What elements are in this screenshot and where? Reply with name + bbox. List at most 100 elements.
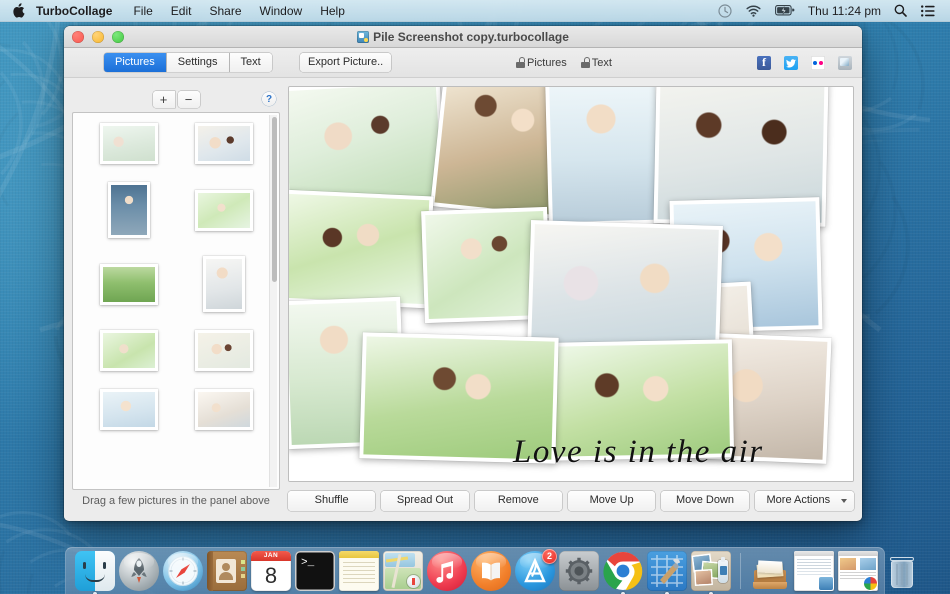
dock-item-maps[interactable] <box>383 551 423 591</box>
spotlight-search-icon[interactable] <box>887 0 914 22</box>
window-title-bar[interactable]: Pile Screenshot copy.turbocollage <box>64 26 862 48</box>
dock-item-minimized-browser[interactable] <box>838 551 878 591</box>
notification-center-icon[interactable] <box>914 0 942 22</box>
wifi-icon[interactable] <box>739 0 768 22</box>
dock-item-finder[interactable] <box>75 551 115 591</box>
lock-text-label: Text <box>592 57 612 69</box>
list-item[interactable] <box>203 256 245 312</box>
dock-item-google-chrome[interactable] <box>603 551 643 591</box>
list-item[interactable] <box>195 389 253 430</box>
flickr-share-icon[interactable] <box>811 56 825 70</box>
menu-item-help[interactable]: Help <box>311 0 354 22</box>
panel-tab-group: Pictures Settings Text <box>104 53 272 72</box>
scrollbar-thumb[interactable] <box>272 117 277 282</box>
dock-item-ibooks[interactable] <box>471 551 511 591</box>
remove-picture-button[interactable]: − <box>178 91 200 108</box>
itunes-icon <box>427 551 467 591</box>
list-item[interactable] <box>195 330 253 371</box>
collage-picture[interactable] <box>545 87 663 226</box>
shuffle-button[interactable]: Shuffle <box>288 491 375 511</box>
battery-icon[interactable] <box>768 0 802 22</box>
list-item[interactable] <box>100 123 158 164</box>
thumbnail-scrollbar[interactable] <box>269 115 277 487</box>
lock-pictures-toggle[interactable]: Pictures <box>516 57 567 69</box>
pictures-sidebar: + − ? <box>72 86 280 512</box>
apple-logo-icon[interactable] <box>0 3 36 18</box>
add-picture-button[interactable]: + <box>153 91 175 108</box>
tab-pictures[interactable]: Pictures <box>104 53 167 72</box>
tab-text[interactable]: Text <box>230 53 272 72</box>
menu-app-name[interactable]: TurboCollage <box>36 0 124 22</box>
remove-button[interactable]: Remove <box>475 491 562 511</box>
window-content: + − ? <box>64 78 862 520</box>
dock-item-itunes[interactable] <box>427 551 467 591</box>
menu-item-window[interactable]: Window <box>251 0 312 22</box>
thumbnail-panel[interactable] <box>72 112 280 490</box>
collage-picture[interactable] <box>289 190 433 309</box>
export-picture-button[interactable]: Export Picture.. <box>300 53 391 72</box>
finder-icon <box>75 551 115 591</box>
dock-item-calendar[interactable]: JAN 8 <box>251 551 291 591</box>
turbocollage-icon <box>691 551 731 591</box>
menu-item-file[interactable]: File <box>124 0 161 22</box>
calendar-month-label: JAN <box>251 551 291 561</box>
dock-item-trash[interactable] <box>882 551 922 591</box>
dock-item-terminal[interactable]: >_ <box>295 551 335 591</box>
minimized-browser-icon <box>838 551 878 591</box>
facebook-share-icon[interactable] <box>757 56 771 70</box>
dock-item-safari[interactable] <box>163 551 203 591</box>
dock-item-turbocollage[interactable] <box>691 551 731 591</box>
thumbnail-image <box>198 392 250 427</box>
spread-out-button[interactable]: Spread Out <box>381 491 468 511</box>
thumbnail-image <box>103 126 155 161</box>
help-button[interactable]: ? <box>262 92 276 106</box>
collage-canvas[interactable]: Love is in the air <box>289 87 853 481</box>
dock-item-launchpad[interactable] <box>119 551 159 591</box>
tab-settings[interactable]: Settings <box>167 53 230 72</box>
list-item[interactable] <box>108 182 150 238</box>
menu-item-share[interactable]: Share <box>200 0 250 22</box>
dock-item-xcode[interactable] <box>647 551 687 591</box>
share-icon-group <box>757 56 852 70</box>
time-machine-icon[interactable] <box>711 0 739 22</box>
calendar-icon: JAN 8 <box>251 551 291 591</box>
thumbnail-grid <box>73 113 279 489</box>
dock-item-contacts[interactable] <box>207 551 247 591</box>
lock-text-toggle[interactable]: Text <box>581 57 612 69</box>
collage-picture[interactable] <box>527 220 723 354</box>
dock-item-notes[interactable] <box>339 551 379 591</box>
menu-bar: TurboCollage File Edit Share Window Help <box>0 0 950 22</box>
window-title: Pile Screenshot copy.turbocollage <box>64 26 862 48</box>
dock-item-minimized-document[interactable] <box>794 551 834 591</box>
list-item[interactable] <box>195 190 253 231</box>
menu-bar-clock[interactable]: Thu 11:24 pm <box>802 4 887 18</box>
sidebar-toolbar: + − ? <box>72 86 280 112</box>
launchpad-icon <box>119 551 159 591</box>
picture-image <box>549 87 659 222</box>
list-item[interactable] <box>100 389 158 430</box>
list-item[interactable] <box>100 330 158 371</box>
more-actions-popup[interactable]: More Actions <box>755 491 854 511</box>
thumbnail-image <box>198 333 250 368</box>
menu-item-edit[interactable]: Edit <box>162 0 201 22</box>
dock-item-downloads-stack[interactable] <box>750 551 790 591</box>
menu-bar-status-area: Thu 11:24 pm <box>711 0 950 22</box>
collage-caption-text[interactable]: Love is in the air <box>513 434 764 471</box>
dock-item-system-preferences[interactable] <box>559 551 599 591</box>
gear-icon <box>559 551 599 591</box>
app-store-badge: 2 <box>542 549 557 564</box>
dock: JAN 8 >_ <box>65 547 885 594</box>
move-down-button[interactable]: Move Down <box>661 491 748 511</box>
dock-item-app-store[interactable]: 2 <box>515 551 555 591</box>
more-share-icon[interactable] <box>838 56 852 70</box>
collage-canvas-frame[interactable]: Love is in the air <box>288 86 854 482</box>
lock-pictures-label: Pictures <box>527 57 567 69</box>
contacts-icon <box>207 551 247 591</box>
list-item[interactable] <box>195 123 253 164</box>
open-padlock-icon <box>516 57 525 68</box>
notes-icon <box>339 551 379 591</box>
twitter-share-icon[interactable] <box>784 56 798 70</box>
thumbnail-image <box>103 333 155 368</box>
list-item[interactable] <box>100 264 158 305</box>
move-up-button[interactable]: Move Up <box>568 491 655 511</box>
